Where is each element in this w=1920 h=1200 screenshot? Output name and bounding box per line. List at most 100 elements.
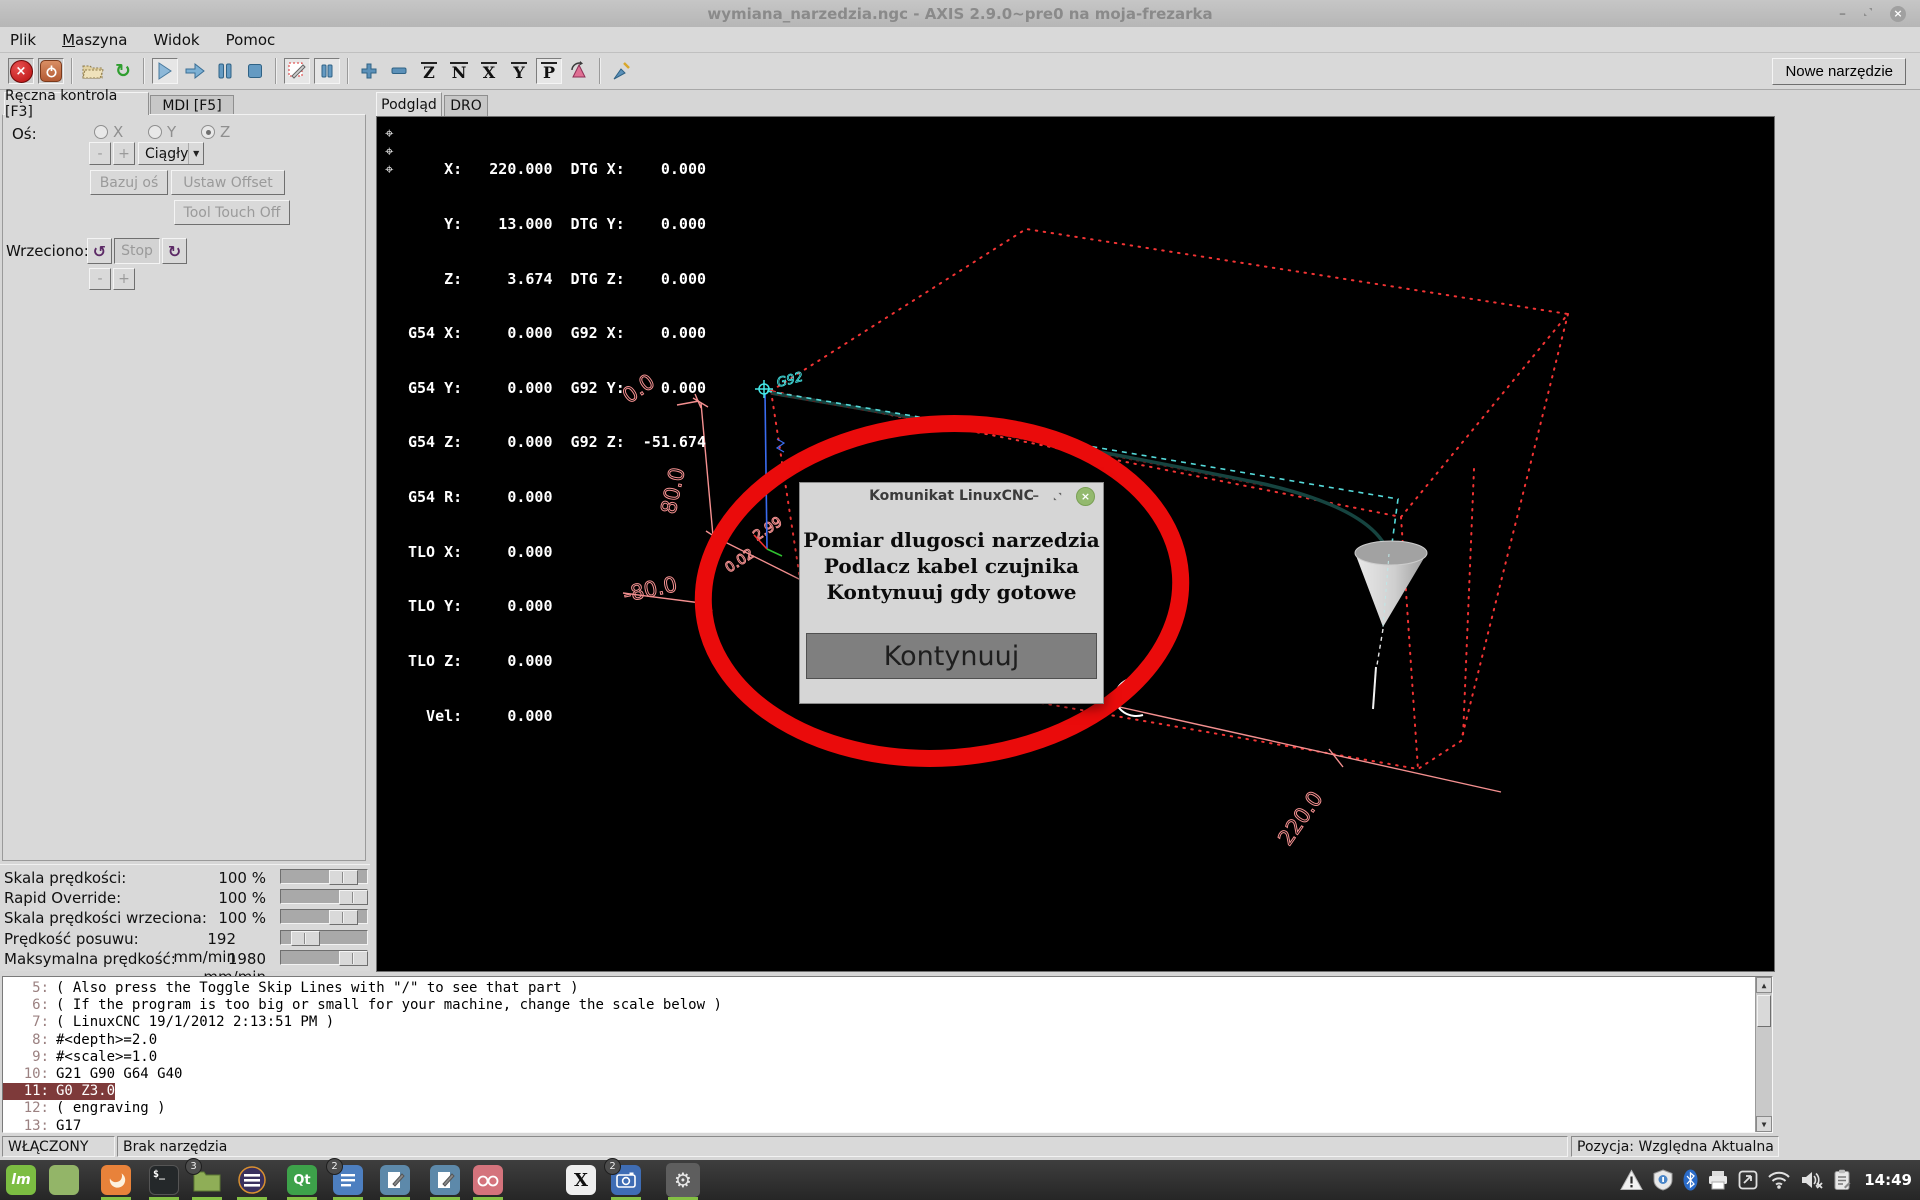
taskbar-screenshot[interactable]: 2 xyxy=(609,1163,643,1197)
toggle-skip-lines-button[interactable] xyxy=(284,58,310,84)
slider-handle[interactable] xyxy=(339,951,368,966)
taskbar-qt[interactable]: Qt xyxy=(285,1163,319,1197)
continue-button[interactable]: Kontynuuj xyxy=(806,633,1097,679)
machine-power-button[interactable] xyxy=(38,58,64,84)
axis-radio-y[interactable]: Y xyxy=(148,123,176,141)
spindle-stop-button[interactable]: Stop xyxy=(114,238,160,264)
zoom-in-button[interactable] xyxy=(356,58,382,84)
spindle-override-slider[interactable] xyxy=(280,909,368,924)
feed-override-slider[interactable] xyxy=(280,869,368,884)
dialog-minimize-button[interactable]: – xyxy=(1033,489,1040,504)
taskbar-document[interactable]: 2 xyxy=(331,1163,365,1197)
spindle-cw-button[interactable]: ↻ xyxy=(162,238,187,264)
pause-button[interactable] xyxy=(212,58,238,84)
warning-icon[interactable] xyxy=(1620,1169,1643,1191)
taskbar-terminal[interactable]: $_ xyxy=(147,1163,181,1197)
view-x-button[interactable]: X xyxy=(476,58,502,84)
set-offset-button[interactable]: Ustaw Offset xyxy=(171,170,285,195)
reload-file-button[interactable]: ↻ xyxy=(110,58,136,84)
stop-button[interactable] xyxy=(242,58,268,84)
preview-canvas[interactable]: 0.0 80.0 2.99 0.02 -80.0 220.0 G92 xyxy=(376,116,1775,972)
gcode-line[interactable]: 7:( LinuxCNC 19/1/2012 2:13:51 PM ) xyxy=(3,1014,1772,1031)
taskbar-editor-2[interactable] xyxy=(428,1163,462,1197)
rapid-override-slider[interactable] xyxy=(280,889,368,904)
taskbar-firefox[interactable] xyxy=(99,1163,133,1197)
menu-plik[interactable]: Plik xyxy=(10,31,36,49)
tab-mdi[interactable]: MDI [F5] xyxy=(150,95,234,115)
gcode-listing[interactable]: 5:( Also press the Toggle Skip Lines wit… xyxy=(2,976,1773,1133)
menu-maszyna[interactable]: Maszyna xyxy=(62,31,127,49)
wifi-icon[interactable] xyxy=(1767,1171,1791,1189)
estop-button[interactable]: × xyxy=(8,58,34,84)
max-velocity-slider[interactable] xyxy=(280,950,368,965)
jog-mode-combobox[interactable]: Ciągły ▼ xyxy=(138,142,204,165)
open-file-button[interactable] xyxy=(80,58,106,84)
taskbar-document-viewer[interactable] xyxy=(471,1163,505,1197)
axis-radio-x[interactable]: X xyxy=(94,123,123,141)
window-titlebar[interactable]: wymiana_narzedzia.ngc - AXIS 2.9.0~pre0 … xyxy=(0,0,1920,27)
scroll-down-arrow[interactable]: ▼ xyxy=(1756,1116,1772,1132)
scrollbar-thumb[interactable] xyxy=(1757,995,1771,1027)
menu-widok[interactable]: Widok xyxy=(154,31,200,49)
gcode-line[interactable]: 5:( Also press the Toggle Skip Lines wit… xyxy=(3,980,1772,997)
taskbar-editor-1[interactable] xyxy=(378,1163,412,1197)
window-minimize-button[interactable]: – xyxy=(1839,7,1846,21)
view-perspective-button[interactable]: P xyxy=(536,58,562,84)
removable-media-icon[interactable] xyxy=(1738,1170,1758,1190)
taskbar-files[interactable]: 3 xyxy=(190,1163,224,1197)
gcode-line-active[interactable]: 11:G0 Z3.0 xyxy=(3,1083,115,1100)
volume-muted-icon[interactable] xyxy=(1800,1170,1824,1190)
run-program-button[interactable] xyxy=(152,58,178,84)
bluetooth-icon[interactable] xyxy=(1683,1169,1698,1191)
rotate-view-button[interactable] xyxy=(566,58,592,84)
home-axis-button[interactable]: Bazuj oś xyxy=(90,170,168,195)
dialog-titlebar[interactable]: Komunikat LinuxCNC – × xyxy=(800,483,1103,509)
slider-handle[interactable] xyxy=(329,910,358,925)
dialog-close-button[interactable]: × xyxy=(1076,487,1095,506)
tab-manual-control[interactable]: Ręczna kontrola [F3] xyxy=(4,92,149,115)
taskbar-show-desktop[interactable] xyxy=(47,1163,81,1197)
spindle-minus-button[interactable]: - xyxy=(89,268,111,290)
taskbar-clock[interactable]: 14:49 xyxy=(1864,1171,1912,1189)
gcode-line[interactable]: 6:( If the program is too big or small f… xyxy=(3,997,1772,1014)
menu-pomoc[interactable]: Pomoc xyxy=(226,31,276,49)
gcode-scrollbar[interactable]: ▲ ▼ xyxy=(1755,977,1772,1132)
jog-plus-button[interactable]: + xyxy=(113,142,135,165)
axis-radio-z[interactable]: Z xyxy=(201,123,230,141)
gcode-line[interactable]: 9:#<scale>=1.0 xyxy=(3,1049,1772,1066)
jog-speed-slider[interactable] xyxy=(280,930,368,945)
taskbar-latex[interactable]: X xyxy=(564,1163,598,1197)
tab-preview[interactable]: Podgląd xyxy=(376,92,442,116)
pause-icon xyxy=(218,63,232,79)
new-tool-button[interactable]: Nowe narzędzie xyxy=(1772,58,1906,85)
taskbar-eclipse[interactable] xyxy=(235,1163,269,1197)
gcode-line[interactable]: 12:( engraving ) xyxy=(3,1100,1772,1117)
tool-touch-off-button[interactable]: Tool Touch Off xyxy=(174,200,290,225)
tab-dro[interactable]: DRO xyxy=(444,95,488,116)
taskbar-mint-menu[interactable]: lm xyxy=(4,1163,38,1197)
slider-handle[interactable] xyxy=(291,931,320,946)
update-shield-icon[interactable] xyxy=(1652,1169,1674,1191)
view-z-button[interactable]: Z xyxy=(416,58,442,84)
spindle-plus-button[interactable]: + xyxy=(113,268,135,290)
view-y-button[interactable]: Y xyxy=(506,58,532,84)
optional-pause-button[interactable] xyxy=(314,58,340,84)
jog-minus-button[interactable]: - xyxy=(89,142,111,165)
view-z-rotated-button[interactable]: N xyxy=(446,58,472,84)
dialog-restore-button[interactable] xyxy=(1052,487,1063,506)
gcode-line[interactable]: 10:G21 G90 G64 G40 xyxy=(3,1066,1772,1083)
window-restore-button[interactable] xyxy=(1862,6,1874,21)
taskbar-settings[interactable]: ⚙ xyxy=(666,1163,700,1197)
spindle-ccw-button[interactable]: ↺ xyxy=(87,238,112,264)
scroll-up-arrow[interactable]: ▲ xyxy=(1756,977,1772,993)
run-step-button[interactable] xyxy=(182,58,208,84)
slider-handle[interactable] xyxy=(329,870,358,885)
printer-icon[interactable] xyxy=(1707,1170,1729,1190)
clipboard-icon[interactable] xyxy=(1833,1169,1851,1191)
slider-handle[interactable] xyxy=(339,890,368,905)
clear-plot-button[interactable] xyxy=(608,58,634,84)
gcode-line[interactable]: 8:#<depth>=2.0 xyxy=(3,1032,1772,1049)
window-close-button[interactable]: × xyxy=(1890,6,1906,22)
gcode-line[interactable]: 13:G17 xyxy=(3,1118,1772,1134)
zoom-out-button[interactable] xyxy=(386,58,412,84)
